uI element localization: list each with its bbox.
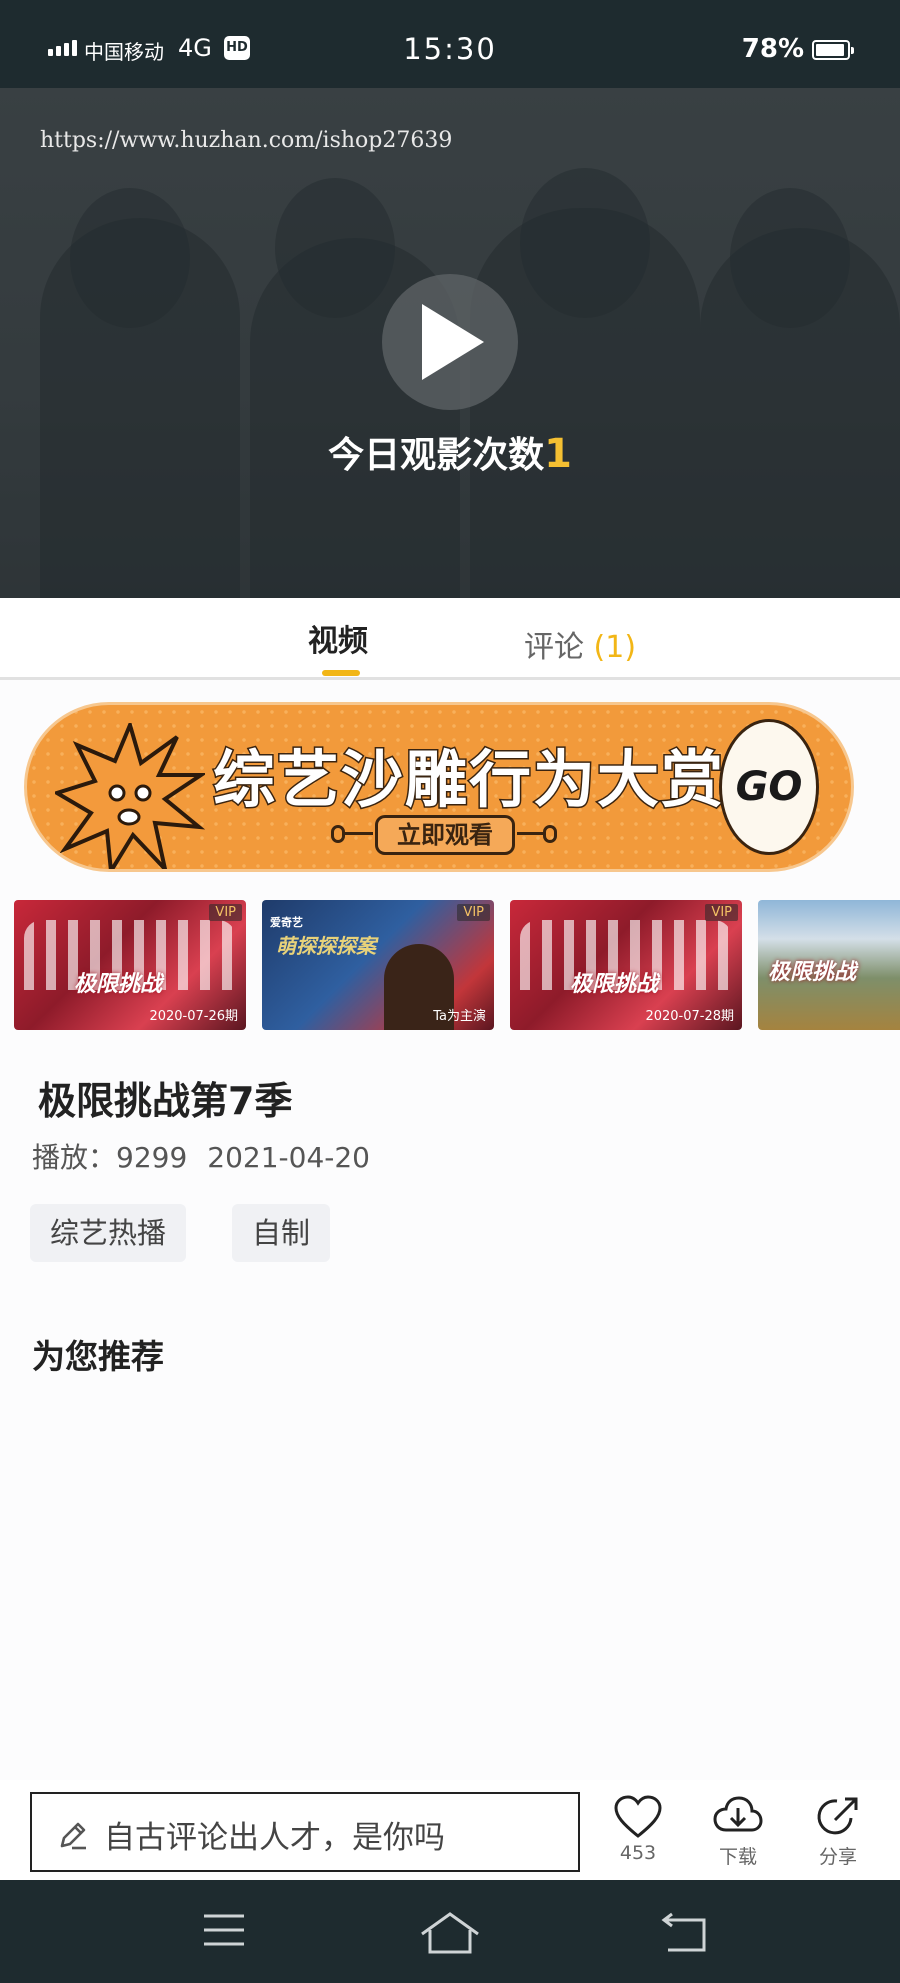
heart-icon xyxy=(614,1795,662,1838)
download-button[interactable]: 下载 xyxy=(698,1794,778,1869)
like-count: 453 xyxy=(619,1842,657,1864)
home-icon[interactable] xyxy=(418,1910,482,1956)
daily-views: 今日观影次数1 xyxy=(0,426,900,478)
battery-percent: 78% xyxy=(741,34,804,64)
recommend-heading: 为您推荐 xyxy=(32,1337,164,1376)
episode-date: 2020-07-26期 xyxy=(149,1009,238,1024)
episode-logo: 极限挑战 xyxy=(768,960,857,985)
status-bar: 中国移动 4G HD 15:30 78% xyxy=(0,0,900,88)
episode-caption: Ta为主演 xyxy=(433,1009,486,1024)
battery-icon xyxy=(812,40,854,60)
episode-list: 极限挑战 VIP 2020-07-26期 爱奇艺 萌探探探案 VIP Ta为主演… xyxy=(14,900,900,1032)
back-icon[interactable] xyxy=(660,1910,708,1954)
play-icon xyxy=(422,304,484,380)
tab-bar: 视频 评论 (1) xyxy=(0,598,900,680)
share-icon xyxy=(817,1797,858,1835)
release-date: 2021-04-20 xyxy=(207,1141,370,1174)
episode-logo: 极限挑战 xyxy=(74,972,163,997)
daily-views-count: 1 xyxy=(544,431,572,477)
video-watermark: https://www.huzhan.com/ishop27639 xyxy=(40,128,453,153)
episode-date: 2020-07-28期 xyxy=(645,1009,734,1024)
cloud-download-icon xyxy=(713,1796,763,1832)
banner-go-button[interactable]: GO xyxy=(719,719,819,855)
vip-badge: VIP xyxy=(705,904,738,921)
share-label: 分享 xyxy=(818,1846,857,1868)
episode-card[interactable]: 极限挑战 xyxy=(758,900,900,1030)
episode-logo: 极限挑战 xyxy=(570,972,659,997)
system-nav-bar xyxy=(0,1880,900,1983)
banner-watch-now[interactable]: 立即观看 xyxy=(331,813,559,859)
banner-watch-now-label: 立即观看 xyxy=(375,815,515,855)
episode-card[interactable]: 极限挑战 VIP 2020-07-26期 xyxy=(14,900,246,1030)
bottom-action-bar: 自古评论出人才，是你吗 453 下载 分享 xyxy=(0,1780,900,1880)
episode-channel: 爱奇艺 xyxy=(270,916,303,929)
mascot-icon xyxy=(55,723,205,869)
share-button[interactable]: 分享 xyxy=(798,1794,878,1869)
menu-icon[interactable] xyxy=(200,1910,248,1950)
episode-card[interactable]: 爱奇艺 萌探探探案 VIP Ta为主演 xyxy=(262,900,494,1030)
play-button[interactable] xyxy=(382,274,518,410)
daily-views-label: 今日观影次数 xyxy=(328,435,545,476)
banner-title: 综艺沙雕行为大赏 xyxy=(211,742,726,818)
tab-active-indicator xyxy=(322,670,360,676)
comment-input[interactable]: 自古评论出人才，是你吗 xyxy=(30,1792,580,1872)
tab-video-label: 视频 xyxy=(308,624,368,659)
promo-banner[interactable]: 综艺沙雕行为大赏 立即观看 GO xyxy=(24,702,854,872)
episode-brand: 萌探探探案 xyxy=(276,934,376,958)
tab-comments[interactable]: 评论 (1) xyxy=(524,622,636,666)
vip-badge: VIP xyxy=(209,904,242,921)
tag-chip[interactable]: 自制 xyxy=(232,1204,331,1262)
play-count: 播放：9299 xyxy=(32,1141,188,1174)
tag-chip[interactable]: 综艺热播 xyxy=(30,1204,187,1262)
like-button[interactable]: 453 xyxy=(598,1794,678,1864)
video-player[interactable]: https://www.huzhan.com/ishop27639 今日观影次数… xyxy=(0,88,900,598)
tab-video[interactable]: 视频 xyxy=(308,616,368,676)
episode-card[interactable]: 极限挑战 VIP 2020-07-28期 xyxy=(510,900,742,1030)
download-label: 下载 xyxy=(718,1846,757,1868)
show-title: 极限挑战第7季 xyxy=(38,1079,293,1123)
pencil-icon xyxy=(60,1822,86,1850)
vip-badge: VIP xyxy=(457,904,490,921)
show-meta: 播放：9299 2021-04-20 xyxy=(32,1136,370,1176)
tab-comments-count: (1) xyxy=(593,630,637,665)
tab-comments-label: 评论 xyxy=(524,630,584,665)
comment-placeholder: 自古评论出人才，是你吗 xyxy=(104,1820,445,1856)
